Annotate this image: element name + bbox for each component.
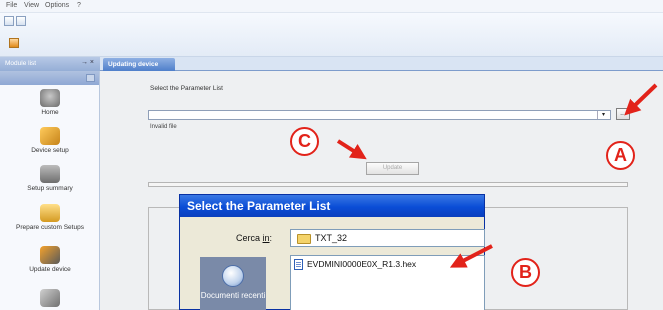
file-icon	[294, 259, 303, 270]
tool-icon[interactable]	[9, 38, 19, 48]
sidebar-item-label: Prepare custom Setups	[16, 224, 84, 231]
toolbar	[0, 13, 663, 57]
places-item-recent-documents[interactable]: Documenti recenti	[200, 291, 266, 301]
update-progress-bar	[148, 182, 628, 187]
sidebar-item-label: Update device	[29, 266, 71, 273]
file-list: EVDMINI0000E0X_R1.3.hex	[290, 255, 485, 310]
menu-options[interactable]: Options	[45, 2, 69, 9]
tab-strip: Module list → × Updating device	[0, 57, 663, 71]
chevron-down-icon[interactable]: ▾	[597, 111, 609, 119]
module-list-title: Module list	[5, 60, 37, 67]
sidebar-item-prepare-custom-setups[interactable]: Prepare custom Setups	[0, 204, 100, 231]
browse-button[interactable]: ...	[616, 108, 630, 120]
sidebar-item-label: Home	[41, 109, 59, 116]
parameter-list-path-input[interactable]	[148, 110, 611, 120]
module-list-header: Module list → ×	[0, 57, 100, 71]
module-sidebar: Home Device setup Setup summary Prepare …	[0, 71, 100, 310]
file-name: EVDMINI0000E0X_R1.3.hex	[307, 259, 417, 269]
sidebar-item-label: Setup summary	[27, 185, 73, 192]
tab-updating-device[interactable]: Updating device	[103, 58, 175, 71]
back-icon[interactable]	[4, 16, 14, 26]
sidebar-item-label: Device setup	[31, 147, 69, 154]
save-icon[interactable]	[16, 16, 26, 26]
prepare-custom-setups-icon	[40, 204, 60, 222]
sidebar-item-home[interactable]: Home	[0, 89, 100, 116]
folder-name: TXT_32	[315, 233, 348, 243]
menu-bar: File View Options ?	[0, 0, 663, 13]
places-bar: Documenti recenti	[200, 257, 266, 310]
select-parameter-list-dialog: Select the Parameter List Cerca in: TXT_…	[179, 194, 485, 310]
parameter-list-label: Select the Parameter List	[150, 85, 223, 92]
callout-b: B	[511, 258, 540, 287]
file-item-hex[interactable]: EVDMINI0000E0X_R1.3.hex	[294, 259, 417, 270]
file-status-text: Invalid file	[150, 124, 177, 130]
sidebar-item-device-setup[interactable]: Device setup	[0, 127, 100, 154]
collapse-icon[interactable]	[86, 74, 95, 82]
panel-controls[interactable]: → ×	[81, 59, 94, 66]
wrench-icon	[40, 289, 60, 307]
update-button[interactable]: Update	[366, 162, 419, 175]
menu-view[interactable]: View	[24, 2, 39, 9]
callout-c: C	[290, 127, 319, 156]
recent-documents-icon[interactable]	[222, 265, 244, 287]
menu-file[interactable]: File	[6, 2, 17, 9]
callout-a: A	[606, 141, 635, 170]
folder-icon	[297, 234, 311, 244]
home-icon	[40, 89, 60, 107]
look-in-folder-select[interactable]: TXT_32	[290, 229, 485, 247]
sidebar-header	[0, 71, 99, 85]
sidebar-item-setup-summary[interactable]: Setup summary	[0, 165, 100, 192]
sidebar-item-wrench[interactable]	[0, 289, 100, 309]
look-in-label: Cerca in:	[236, 233, 273, 243]
sidebar-item-update-device[interactable]: Update device	[0, 246, 100, 273]
dialog-title: Select the Parameter List	[180, 195, 484, 217]
update-device-icon	[40, 246, 60, 264]
setup-summary-icon	[40, 165, 60, 183]
menu-help[interactable]: ?	[77, 2, 81, 9]
device-setup-icon	[40, 127, 60, 145]
